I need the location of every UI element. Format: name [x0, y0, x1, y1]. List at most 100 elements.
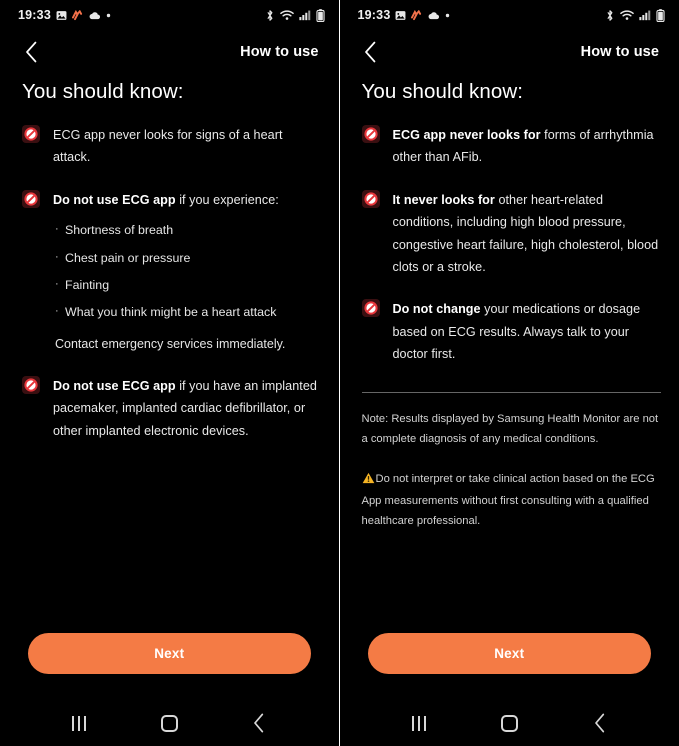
- sublist-item: · Shortness of breath: [55, 220, 321, 241]
- next-button[interactable]: Next: [367, 633, 651, 674]
- header-back-button[interactable]: [18, 39, 44, 65]
- sublist-item-label: What you think might be a heart attack: [65, 305, 277, 320]
- home-icon: [160, 714, 178, 732]
- chevron-left-icon: [365, 41, 376, 63]
- bullet-text-normal: ECG app never looks for signs of a heart…: [53, 128, 283, 165]
- app-header: How to use: [0, 30, 339, 74]
- bluetooth-icon: [265, 9, 275, 22]
- sublist-item-label: Shortness of breath: [65, 223, 174, 238]
- prohibition-icon: [361, 189, 380, 208]
- nav-back-button[interactable]: [578, 706, 622, 740]
- bullet-item: ECG app never looks for signs of a heart…: [22, 124, 321, 169]
- sublist-item: · Fainting: [55, 275, 321, 296]
- warning-triangle-icon: [362, 471, 375, 491]
- bullet-text-bold: Do not change: [392, 302, 485, 317]
- bullet-item: Do not use ECG app if you have an implan…: [22, 375, 321, 442]
- recents-icon: [72, 715, 87, 731]
- bullet-body: Do not change your medications or dosage…: [393, 298, 662, 365]
- bullet-body: Do not use ECG app if you have an implan…: [53, 375, 321, 442]
- chevron-left-icon: [25, 41, 36, 63]
- nav-recents-button[interactable]: [397, 706, 441, 740]
- bullet-text-bold: Do not use ECG app: [53, 192, 180, 207]
- bullet-text-bold: ECG app never looks for: [392, 128, 545, 142]
- header-back-button[interactable]: [358, 39, 384, 65]
- page-header-title: How to use: [580, 44, 659, 60]
- bullet-text: ECG app never looks for forms of arrhyth…: [393, 124, 662, 169]
- sublist-bullet-dot: ·: [55, 277, 59, 290]
- prohibition-icon: [22, 375, 40, 394]
- nav-back-button[interactable]: [237, 706, 281, 740]
- status-bar: 19:33: [340, 0, 679, 30]
- phone-screen-2: 19:33 How to use You should know: ECG ap…: [339, 0, 679, 746]
- bullet-text-bold: Do not use ECG app: [53, 378, 180, 393]
- bullet-text: ECG app never looks for signs of a heart…: [53, 124, 321, 169]
- prohibition-icon: [22, 189, 40, 208]
- status-bar-right: [605, 8, 665, 22]
- bullet-text-normal: if you experience:: [179, 192, 279, 207]
- status-time: 19:33: [18, 8, 51, 22]
- app-header: How to use: [340, 30, 679, 74]
- status-bar-left: 19:33: [18, 8, 265, 22]
- page-title: You should know:: [361, 80, 524, 103]
- bullet-text: It never looks for other heart-related c…: [393, 189, 662, 279]
- bullet-body: Do not use ECG app if you experience:: [53, 189, 279, 211]
- prohibition-icon: [361, 125, 380, 143]
- prohibition-icon: [22, 125, 40, 143]
- bullet-text: Do not use ECG app if you have an implan…: [53, 375, 321, 442]
- bullet-body: It never looks for other heart-related c…: [393, 189, 662, 279]
- bullet-sublist: · Shortness of breath · Chest pain or press…: [55, 220, 321, 323]
- dual-screenshot-stage: 19:33 How to use You should know: ECG ap…: [0, 0, 679, 746]
- zigzag-orange-icon: [71, 9, 84, 21]
- signal-icon: [298, 9, 311, 21]
- sublist-item: · Chest pain or pressure: [55, 248, 321, 269]
- prohibition-icon: [22, 189, 40, 208]
- bullet-item: It never looks for other heart-related c…: [361, 189, 662, 279]
- prohibition-icon: [361, 189, 380, 208]
- sublist-item: · What you think might be a heart attack: [55, 302, 321, 323]
- bullet-item: Do not change your medications or dosage…: [361, 298, 662, 365]
- sublist-bullet-dot: ·: [55, 305, 59, 318]
- status-bar: 19:33: [0, 0, 339, 30]
- android-nav-bar: [340, 700, 679, 746]
- cloud-icon: [428, 11, 440, 20]
- bullet-list: ECG app never looks for forms of arrhyth…: [361, 124, 662, 366]
- back-chevron-icon: [594, 713, 604, 733]
- bullet-trailing-text: Contact emergency services immediately.: [55, 336, 286, 351]
- warning-message: Do not interpret or take clinical action…: [361, 472, 655, 528]
- image-icon: [395, 10, 406, 21]
- page-title: You should know:: [22, 80, 184, 103]
- nav-home-button[interactable]: [487, 706, 531, 740]
- bullet-body: ECG app never looks for forms of arrhyth…: [393, 124, 662, 169]
- battery-icon: [656, 8, 665, 22]
- wifi-icon: [279, 9, 294, 21]
- back-chevron-icon: [254, 713, 264, 733]
- dot-icon: [445, 13, 450, 18]
- nav-recents-button[interactable]: [57, 706, 101, 740]
- prohibition-icon: [361, 125, 380, 143]
- warning-text: Do not interpret or take clinical action…: [362, 469, 662, 531]
- section-divider: [361, 391, 661, 393]
- dot-icon: [106, 13, 111, 18]
- nav-home-button[interactable]: [147, 706, 191, 740]
- bullet-list: ECG app never looks for signs of a heart…: [22, 124, 321, 442]
- wifi-icon: [620, 9, 634, 21]
- next-button[interactable]: Next: [28, 633, 311, 674]
- prohibition-icon: [361, 299, 380, 318]
- content-area: ECG app never looks for signs of a heart…: [0, 104, 339, 633]
- status-bar-right: [265, 8, 325, 22]
- bullet-text-bold: It never looks for: [392, 192, 499, 207]
- prohibition-icon: [22, 375, 40, 394]
- sublist-bullet-dot: ·: [55, 250, 59, 263]
- phone-screen-1: 19:33 How to use You should know: ECG ap…: [0, 0, 339, 746]
- bullet-item: Do not use ECG app if you experience:: [22, 189, 321, 211]
- image-icon: [56, 10, 67, 21]
- bullet-body: ECG app never looks for signs of a heart…: [53, 124, 321, 169]
- page-header-title: How to use: [240, 44, 319, 60]
- prohibition-icon: [22, 125, 40, 143]
- home-icon: [500, 714, 518, 732]
- android-nav-bar: [0, 700, 339, 746]
- battery-icon: [315, 8, 325, 22]
- cloud-icon: [89, 11, 101, 20]
- prohibition-icon: [361, 299, 380, 318]
- bullet-text: Do not use ECG app if you experience:: [53, 189, 279, 211]
